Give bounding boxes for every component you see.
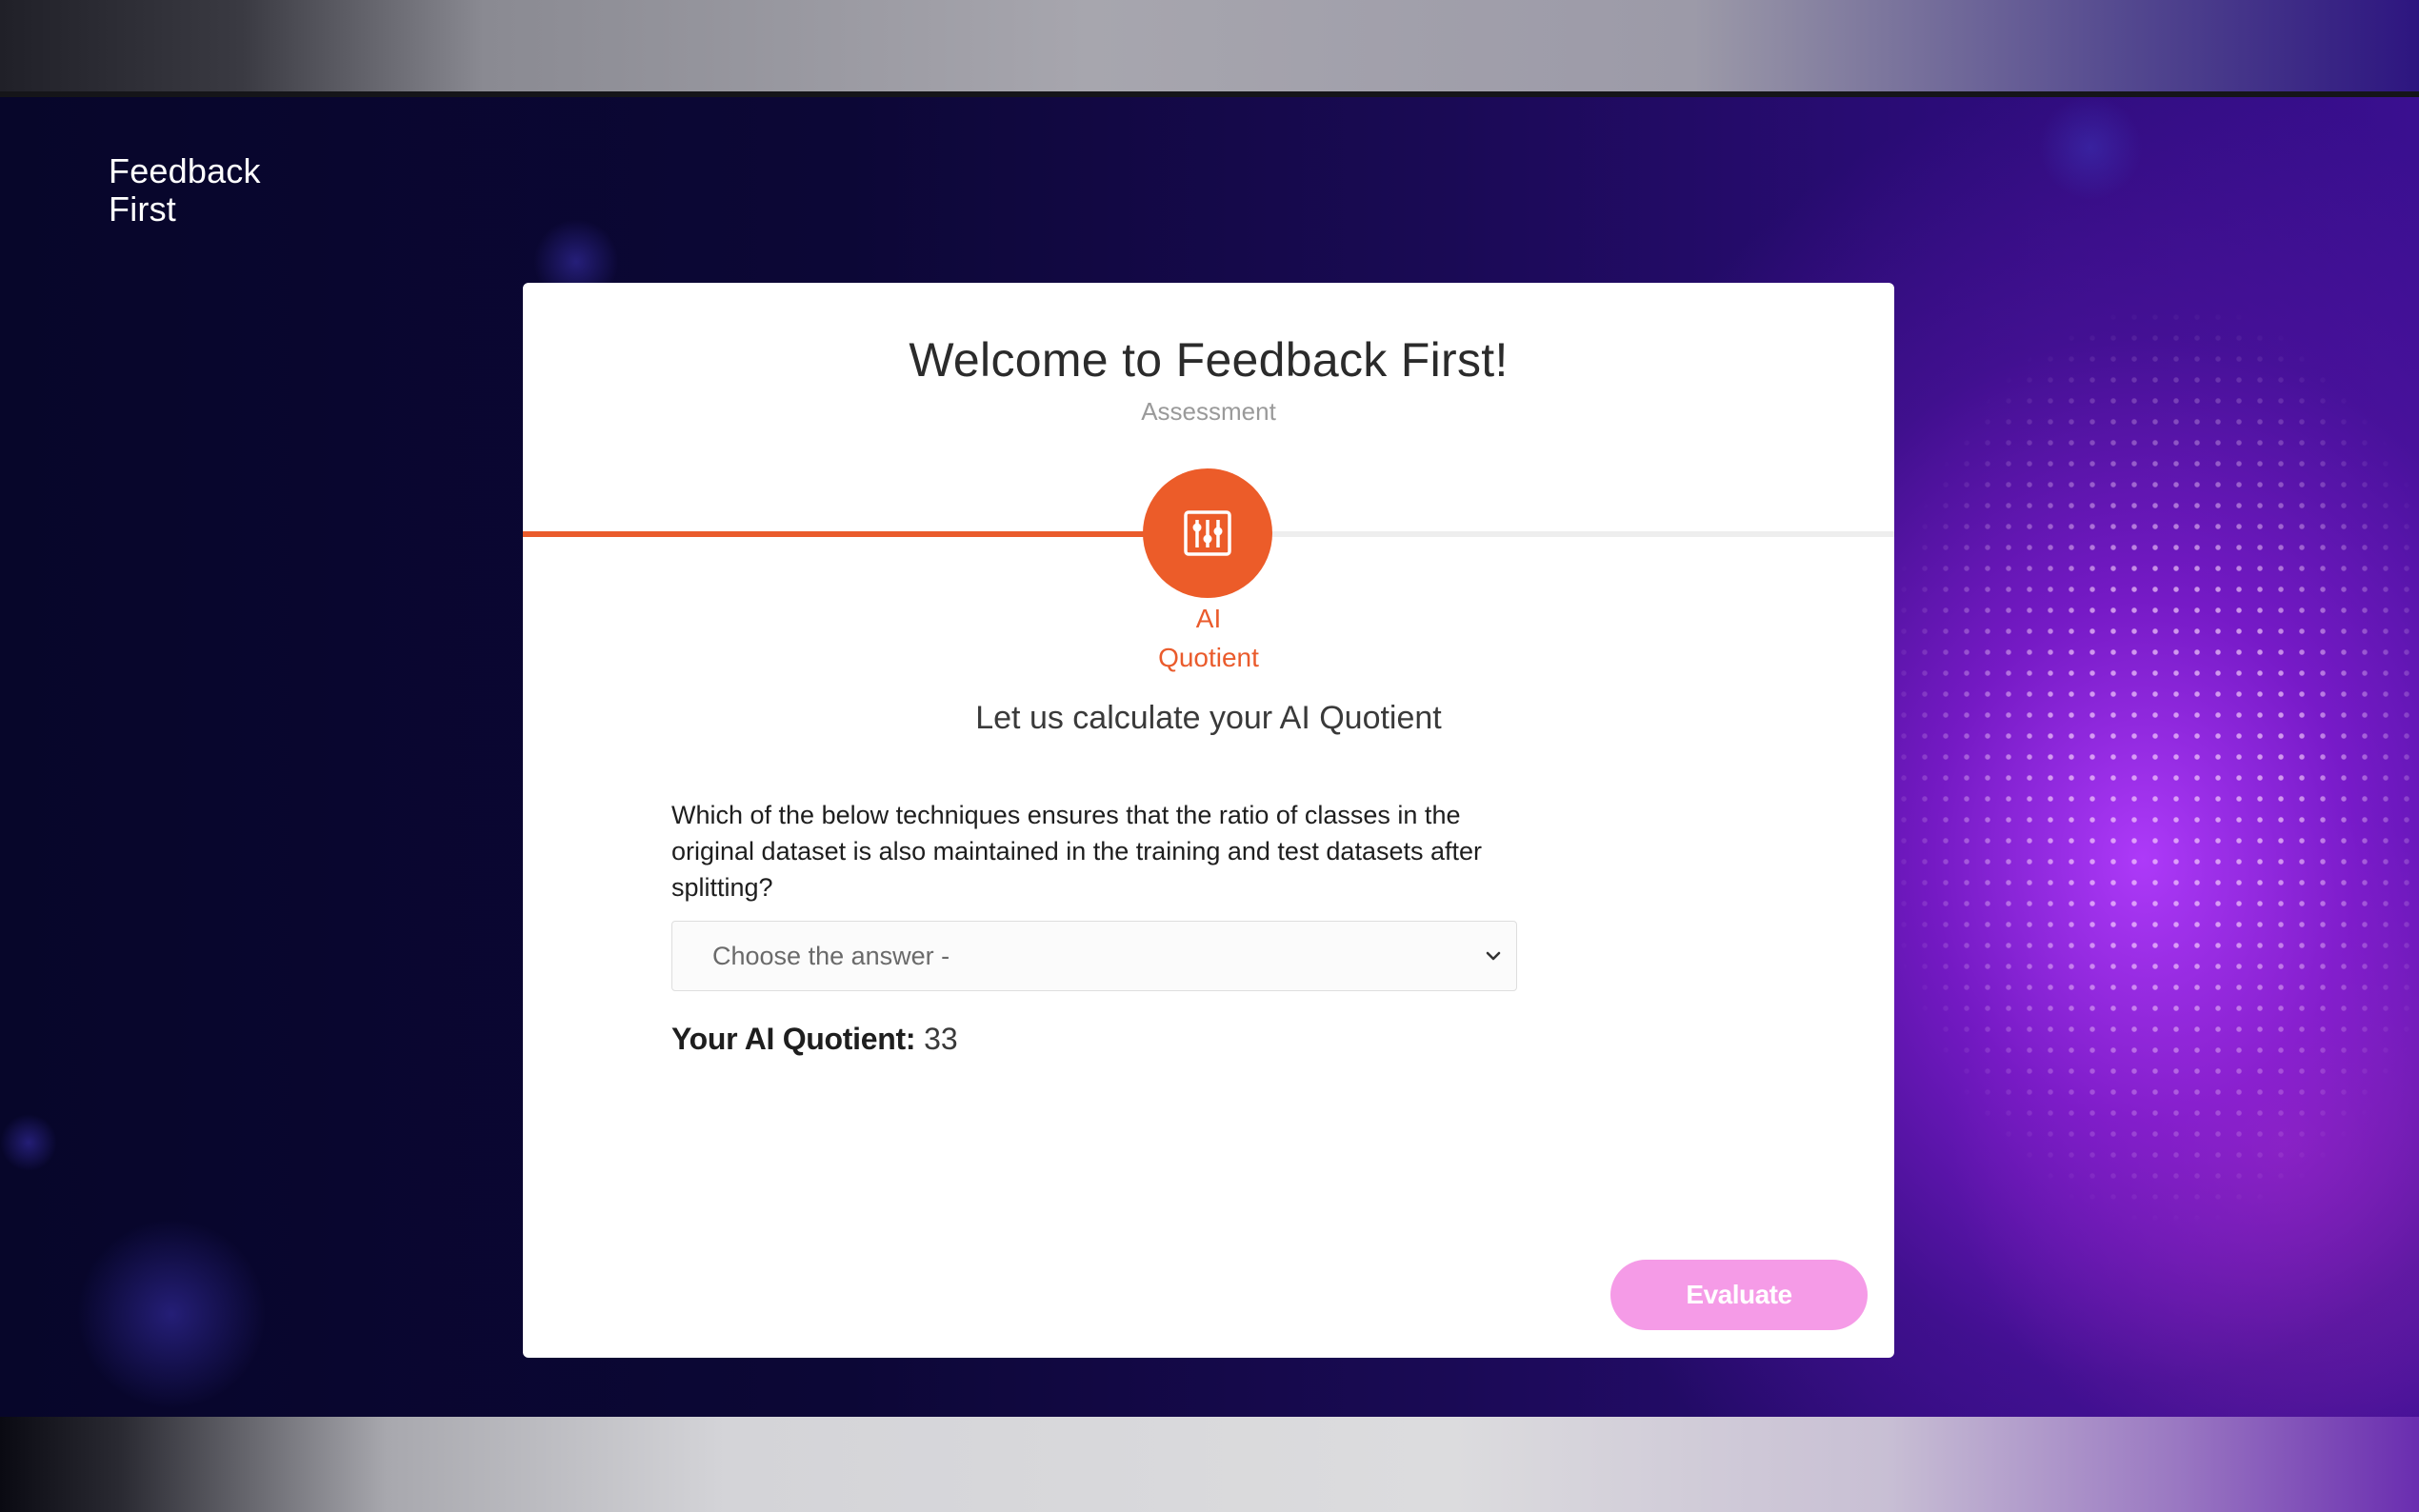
top-bezel xyxy=(0,0,2419,93)
page-title: Welcome to Feedback First! xyxy=(909,333,1509,387)
page-subtitle: Assessment xyxy=(1141,397,1276,426)
progress-fill xyxy=(523,531,1148,537)
score-label: Your AI Quotient: xyxy=(671,1022,916,1056)
assessment-card: Welcome to Feedback First! Assessment AI… xyxy=(523,283,1894,1358)
chevron-down-icon xyxy=(1486,951,1501,961)
sliders-icon xyxy=(1184,510,1231,556)
step-label-line-2: Quotient xyxy=(1158,643,1259,672)
lead-text: Let us calculate your AI Quotient xyxy=(975,700,1442,736)
step-indicator xyxy=(1143,468,1272,598)
bokeh-light xyxy=(76,1219,267,1409)
bokeh-light xyxy=(0,1114,57,1171)
question-text: Which of the below techniques ensures th… xyxy=(671,801,1483,902)
evaluate-button[interactable]: Evaluate xyxy=(1610,1260,1868,1330)
answer-select-value: Choose the answer - xyxy=(712,942,950,970)
step-label: AI Quotient xyxy=(1066,599,1351,677)
brand-line-2: First xyxy=(109,189,176,229)
brand-logo[interactable]: Feedback First xyxy=(109,152,261,229)
bokeh-light xyxy=(2038,95,2143,200)
bottom-bezel xyxy=(0,1417,2419,1512)
answer-select[interactable]: Choose the answer - xyxy=(671,921,1517,991)
ai-quotient-score: Your AI Quotient: 33 xyxy=(671,1022,958,1057)
dotted-wave-decoration xyxy=(1809,97,2419,1417)
step-label-line-1: AI xyxy=(1195,604,1222,633)
score-value: 33 xyxy=(924,1022,958,1056)
brand-line-1: Feedback xyxy=(109,151,261,190)
